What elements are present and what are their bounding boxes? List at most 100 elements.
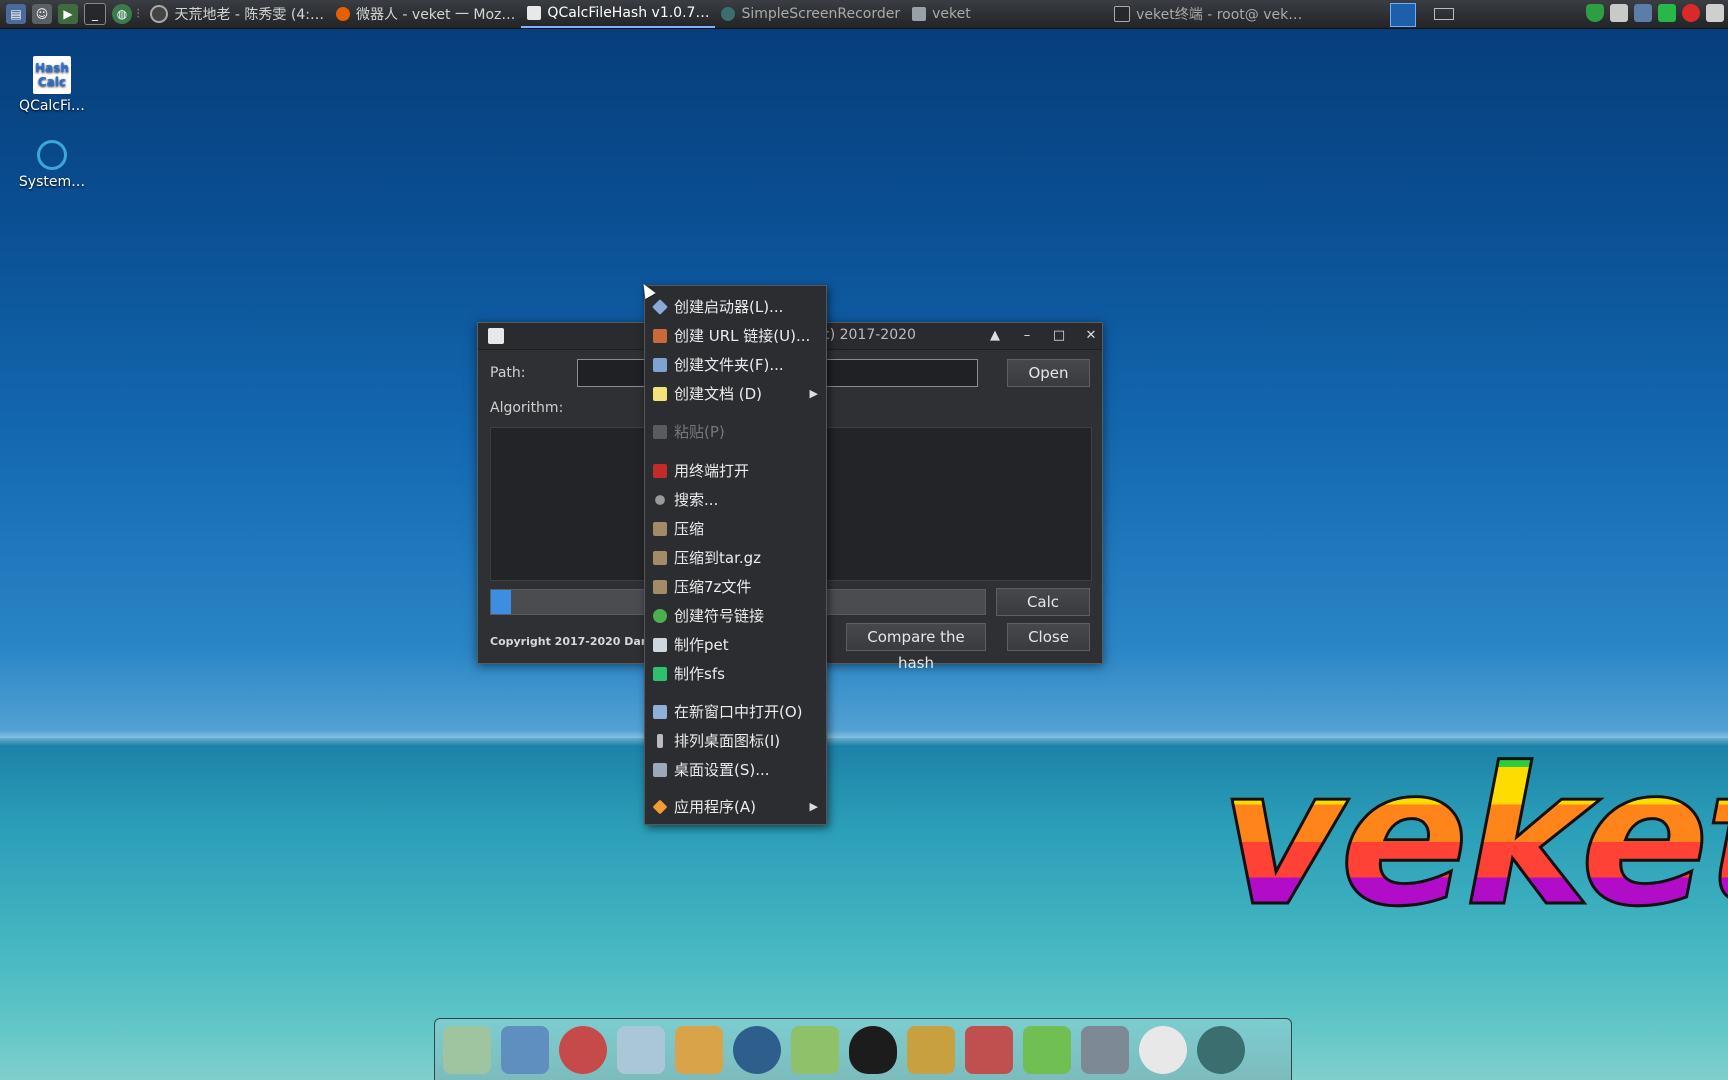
menu-item-create-launcher[interactable]: 创建启动器(L)...	[645, 294, 826, 320]
menu-item-create-document[interactable]: 创建文档 (D) ▶	[645, 381, 826, 407]
desktop-icon-label: QCalcFi…	[19, 98, 85, 114]
menu-item-create-folder[interactable]: 创建文件夹(F)...	[645, 352, 826, 378]
browser-icon[interactable]: ◍	[112, 4, 132, 24]
menu-item-label: 排列桌面图标(I)	[674, 732, 781, 750]
recorder-icon	[721, 7, 736, 21]
path-label: Path:	[490, 365, 526, 381]
notes-icon[interactable]	[907, 1025, 955, 1074]
menu-item-label: 用终端打开	[674, 462, 750, 480]
menu-item-label: 在新窗口中打开(O)	[674, 703, 803, 721]
users-icon[interactable]	[791, 1025, 839, 1074]
menu-item-arrange-icons[interactable]: 排列桌面图标(I)	[645, 728, 826, 754]
desktop-context-menu: 创建启动器(L)... 创建 URL 链接(U)... 创建文件夹(F)... …	[644, 285, 827, 825]
applications-icon	[652, 799, 668, 815]
shield-icon[interactable]	[1586, 4, 1604, 22]
hashcalc-icon	[527, 6, 542, 20]
menu-item-make-pet[interactable]: 制作pet	[645, 632, 826, 658]
veket-logo: veket	[1220, 738, 1728, 938]
shade-icon[interactable]: ▲	[986, 327, 1004, 345]
archive-icon	[653, 580, 667, 594]
compare-hash-button[interactable]: Compare the hash	[846, 623, 986, 672]
arrange-icon	[657, 734, 663, 748]
progress-fill	[491, 590, 511, 614]
menu-item-label: 制作pet	[674, 636, 729, 654]
menu-item-open-new-window[interactable]: 在新窗口中打开(O)	[645, 699, 826, 725]
task-firefox[interactable]: 微器人 - veket 一 Moz…	[330, 0, 521, 28]
shell-icon[interactable]	[443, 1025, 491, 1074]
menu-item-label: 压缩	[674, 520, 705, 538]
symlink-icon	[653, 609, 667, 623]
terminal-launcher-icon[interactable]: _	[84, 3, 106, 25]
system-tray	[1586, 4, 1724, 22]
minimize-icon[interactable]: –	[1018, 327, 1036, 345]
task-terminal[interactable]: veket终端 - root@ vek…	[1108, 0, 1308, 28]
menu-item-create-url-link[interactable]: 创建 URL 链接(U)...	[645, 323, 826, 349]
hedgehog-icon[interactable]	[559, 1025, 607, 1074]
system-monitor-icon	[37, 140, 67, 170]
terminal-icon	[1114, 6, 1131, 22]
battery-icon[interactable]	[1658, 4, 1676, 22]
record-icon[interactable]	[1682, 4, 1700, 22]
keyboard-icon[interactable]	[1706, 4, 1724, 22]
desktop-icon-qcalcfilehash[interactable]: Hash Calc QCalcFi…	[7, 56, 97, 114]
clipboard-icon[interactable]	[1610, 4, 1628, 22]
menu-item-applications[interactable]: 应用程序(A) ▶	[645, 794, 826, 820]
network-icon[interactable]	[1634, 4, 1652, 22]
menu-item-compress[interactable]: 压缩	[645, 516, 826, 542]
music-player-icon	[150, 5, 169, 23]
menu-item-label: 压缩到tar.gz	[674, 549, 762, 567]
close-button[interactable]: Close	[1007, 623, 1090, 651]
desktop-icon-label: System…	[18, 174, 86, 190]
chart-icon[interactable]	[965, 1025, 1013, 1074]
task-music-player[interactable]: 天荒地老 - 陈秀雯 (4:…	[144, 0, 330, 28]
window-icon	[653, 705, 667, 719]
calc-button[interactable]: Calc	[996, 588, 1090, 616]
menu-item-search[interactable]: 搜索...	[645, 487, 826, 513]
desktop-icon-system-monitor[interactable]: System…	[7, 140, 97, 190]
mascot-icon[interactable]: ☺	[32, 4, 52, 24]
menu-item-create-symlink[interactable]: 创建符号链接	[645, 603, 826, 629]
menu-item-open-terminal[interactable]: 用终端打开	[645, 458, 826, 484]
computer-icon	[653, 638, 667, 652]
task-qcalcfilehash[interactable]: QCalcFileHash v1.0.7…	[521, 0, 716, 28]
firefox-icon	[335, 7, 350, 21]
menu-item-label: 应用程序(A)	[674, 798, 756, 816]
paint-icon[interactable]	[675, 1025, 723, 1074]
menu-item-desktop-settings[interactable]: 桌面设置(S)...	[645, 757, 826, 783]
task-label: veket	[932, 6, 971, 22]
menu-item-paste: 粘贴(P)	[645, 419, 826, 445]
menu-item-label: 桌面设置(S)...	[674, 761, 770, 779]
task-label: veket终端 - root@ vek…	[1136, 7, 1303, 23]
menu-item-compress-7z[interactable]: 压缩7z文件	[645, 574, 826, 600]
run-icon[interactable]: ▶	[58, 4, 78, 24]
menu-item-label: 创建启动器(L)...	[674, 298, 784, 316]
taskbar-separator: ⁝	[136, 6, 141, 22]
menu-item-compress-targz[interactable]: 压缩到tar.gz	[645, 545, 826, 571]
globe-icon[interactable]	[1197, 1025, 1245, 1074]
bottom-dock	[434, 1018, 1292, 1080]
editor-icon[interactable]	[617, 1025, 665, 1074]
task-label: SimpleScreenRecorder	[741, 6, 901, 22]
paste-icon	[653, 425, 667, 439]
maximize-icon[interactable]: □	[1050, 327, 1068, 345]
workspace-icon[interactable]	[1390, 3, 1416, 27]
icon-text: Calc	[37, 75, 67, 89]
open-button[interactable]: Open	[1007, 359, 1090, 387]
close-icon[interactable]: ✕	[1082, 327, 1100, 345]
task-screen-recorder[interactable]: SimpleScreenRecorder	[715, 0, 906, 28]
system-monitor-icon[interactable]: ▤	[6, 4, 26, 24]
network-icon[interactable]	[1023, 1025, 1071, 1074]
settings-icon[interactable]	[1139, 1025, 1187, 1074]
penguin-icon[interactable]	[849, 1025, 897, 1074]
media-icon[interactable]	[733, 1025, 781, 1074]
task-veket-folder[interactable]: veket	[906, 0, 1108, 28]
folder-icon	[912, 7, 927, 21]
task-label: 微器人 - veket 一 Moz…	[355, 7, 516, 23]
menu-item-make-sfs[interactable]: 制作sfs	[645, 661, 826, 687]
icon-text: Hash	[35, 61, 69, 75]
menu-item-label: 粘贴(P)	[674, 423, 725, 441]
drive-icon[interactable]	[1081, 1025, 1129, 1074]
archive-icon	[653, 551, 667, 565]
show-desktop-icon[interactable]	[1434, 8, 1454, 20]
monitor-icon[interactable]	[501, 1025, 549, 1074]
